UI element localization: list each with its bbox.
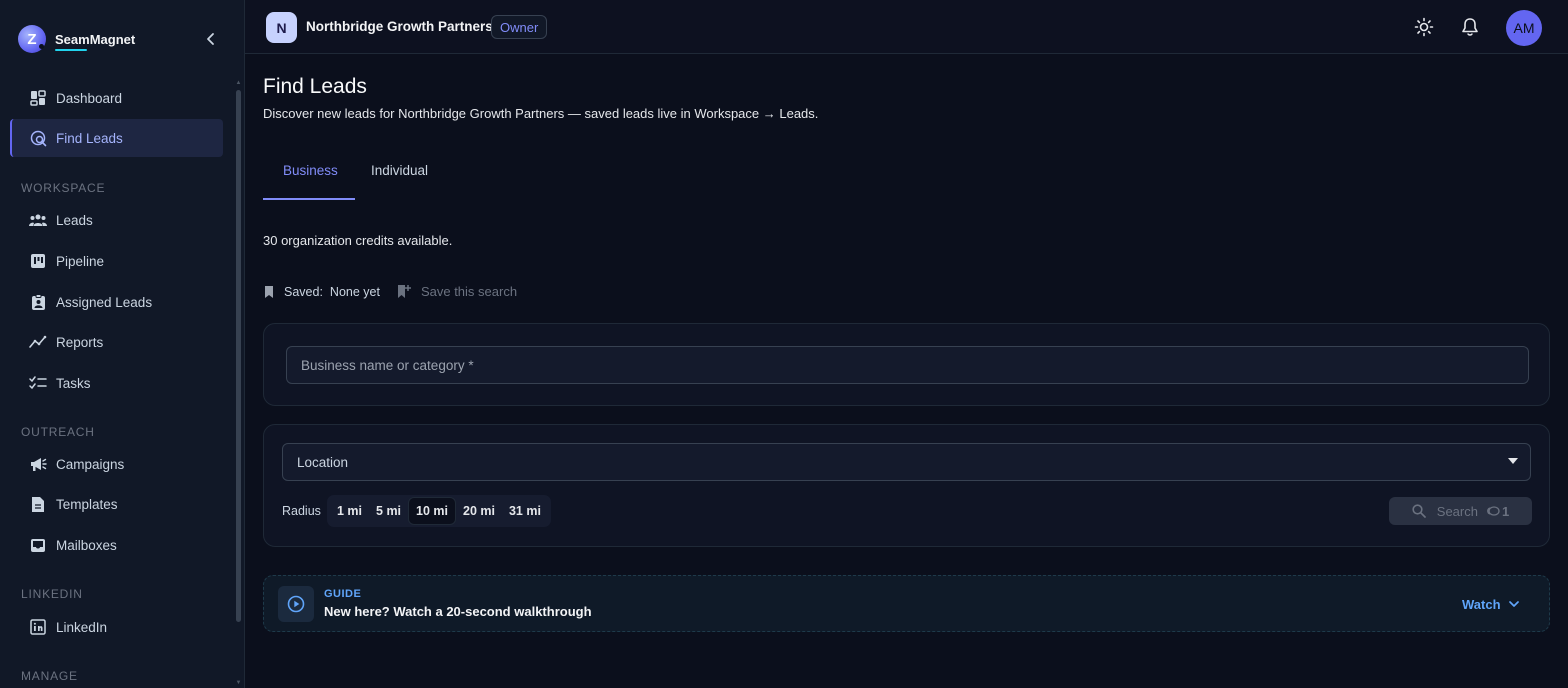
- sidebar-item-label: Tasks: [56, 375, 91, 391]
- page-subtitle: Discover new leads for Northbridge Growt…: [263, 106, 819, 121]
- section-label-linkedin: LINKEDIN: [21, 587, 83, 601]
- sidebar-item-dashboard[interactable]: Dashboard: [10, 79, 223, 117]
- section-label-outreach: OUTREACH: [21, 425, 95, 439]
- credit-coin-icon: [1487, 506, 1500, 516]
- page-title: Find Leads: [263, 75, 367, 98]
- brand[interactable]: Z SeamMagnet: [18, 25, 135, 53]
- sidebar-item-label: Campaigns: [56, 456, 125, 472]
- sidebar-item-reports[interactable]: Reports: [10, 323, 223, 361]
- user-avatar[interactable]: AM: [1506, 10, 1542, 46]
- business-name-input[interactable]: Business name or category *: [286, 346, 1529, 384]
- tab-individual[interactable]: Individual: [371, 163, 428, 178]
- radius-label: Radius: [282, 504, 321, 518]
- sidebar-item-pipeline[interactable]: Pipeline: [10, 242, 223, 280]
- topbar: N Northbridge Growth Partners Owner AM: [245, 0, 1568, 54]
- collapse-sidebar-button[interactable]: [202, 30, 220, 48]
- watch-label: Watch: [1462, 597, 1501, 612]
- sidebar-scrollbar[interactable]: [236, 90, 241, 622]
- search-button[interactable]: Search 1: [1389, 497, 1532, 525]
- radius-option-10mi[interactable]: 10 mi: [408, 497, 456, 525]
- chevron-left-icon: [207, 33, 214, 45]
- guide-banner: GUIDE New here? Watch a 20-second walkth…: [263, 575, 1550, 632]
- guide-title: New here? Watch a 20-second walkthrough: [324, 604, 592, 619]
- saved-value[interactable]: None yet: [330, 285, 380, 299]
- sidebar-item-find-leads[interactable]: Find Leads: [10, 119, 223, 157]
- location-card: Location Radius 1 mi 5 mi 10 mi 20 mi 31…: [263, 424, 1550, 547]
- sidebar-item-templates[interactable]: Templates: [10, 485, 223, 523]
- credits-text: 30 organization credits available.: [263, 233, 453, 248]
- sidebar-item-assigned-leads[interactable]: Assigned Leads: [10, 283, 223, 321]
- sidebar-item-label: Leads: [56, 212, 93, 228]
- org-avatar[interactable]: N: [266, 12, 297, 43]
- sidebar-item-mailboxes[interactable]: Mailboxes: [10, 526, 223, 564]
- radius-selector: 1 mi 5 mi 10 mi 20 mi 31 mi: [327, 495, 551, 527]
- play-walkthrough-button[interactable]: [278, 586, 314, 622]
- search-cost-value: 1: [1501, 503, 1510, 519]
- sidebar: Z SeamMagnet Dashboard Find Leads WORKSP…: [0, 0, 245, 688]
- section-label-manage: MANAGE: [21, 669, 78, 683]
- saved-label: Saved:: [284, 284, 323, 299]
- sidebar-item-leads[interactable]: Leads: [10, 201, 223, 239]
- brand-name: SeamMagnet: [55, 31, 136, 51]
- notifications-button[interactable]: [1459, 16, 1481, 38]
- play-circle-icon: [287, 595, 305, 613]
- section-label-workspace: WORKSPACE: [21, 181, 106, 195]
- scroll-up-arrow-icon[interactable]: ▲: [235, 80, 242, 86]
- sidebar-item-label: Assigned Leads: [56, 294, 153, 310]
- tab-active-indicator: [263, 198, 355, 200]
- caret-down-icon: [1508, 458, 1518, 464]
- sun-icon: [1414, 17, 1434, 37]
- sidebar-item-label: Reports: [56, 334, 104, 350]
- save-search-button[interactable]: Save this search: [397, 284, 517, 299]
- save-search-label: Save this search: [420, 284, 518, 299]
- guide-tag: GUIDE: [324, 588, 362, 600]
- location-select[interactable]: Location: [282, 443, 1531, 481]
- watch-button[interactable]: Watch: [1462, 597, 1519, 612]
- location-placeholder: Location: [297, 454, 349, 470]
- sidebar-item-label: Templates: [56, 496, 118, 512]
- sidebar-item-label: Find Leads: [56, 130, 123, 146]
- sidebar-item-label: Mailboxes: [56, 537, 117, 553]
- tab-business[interactable]: Business: [283, 163, 338, 178]
- scroll-down-arrow-icon[interactable]: ▼: [235, 680, 242, 686]
- bell-icon: [1462, 18, 1478, 36]
- search-icon: [1412, 504, 1427, 519]
- business-search-card: Business name or category *: [263, 323, 1550, 406]
- dashboard-icon: [29, 89, 47, 107]
- org-name[interactable]: Northbridge Growth Partners: [306, 19, 493, 34]
- radius-option-1mi[interactable]: 1 mi: [330, 497, 369, 525]
- users-icon: [29, 211, 47, 229]
- sidebar-item-tasks[interactable]: Tasks: [10, 364, 223, 402]
- role-badge: Owner: [491, 15, 548, 39]
- chevron-down-icon: [1508, 601, 1519, 608]
- bookmark-add-icon: [397, 285, 411, 299]
- megaphone-icon: [29, 455, 47, 473]
- linkedin-icon: [29, 618, 47, 636]
- sidebar-item-linkedin[interactable]: LinkedIn: [10, 608, 223, 646]
- assigned-icon: [29, 293, 47, 311]
- bookmark-icon: [263, 285, 277, 299]
- document-icon: [29, 495, 47, 513]
- inbox-icon: [29, 536, 47, 554]
- search-label: Search: [1436, 503, 1478, 519]
- pipeline-icon: [29, 252, 47, 270]
- brand-logo-icon: Z: [18, 25, 46, 53]
- sidebar-item-label: LinkedIn: [56, 619, 108, 635]
- radius-option-5mi[interactable]: 5 mi: [369, 497, 408, 525]
- search-cost: 1: [1486, 504, 1509, 519]
- tasks-icon: [29, 374, 47, 392]
- radius-option-31mi[interactable]: 31 mi: [502, 497, 548, 525]
- radius-option-20mi[interactable]: 20 mi: [456, 497, 502, 525]
- reports-icon: [29, 333, 47, 351]
- find-leads-icon: [29, 129, 47, 147]
- theme-toggle-button[interactable]: [1413, 16, 1435, 38]
- saved-searches-row: Saved: None yet Save this search: [263, 284, 517, 299]
- sidebar-item-label: Pipeline: [56, 253, 105, 269]
- sidebar-item-campaigns[interactable]: Campaigns: [10, 445, 223, 483]
- sidebar-item-label: Dashboard: [56, 90, 123, 106]
